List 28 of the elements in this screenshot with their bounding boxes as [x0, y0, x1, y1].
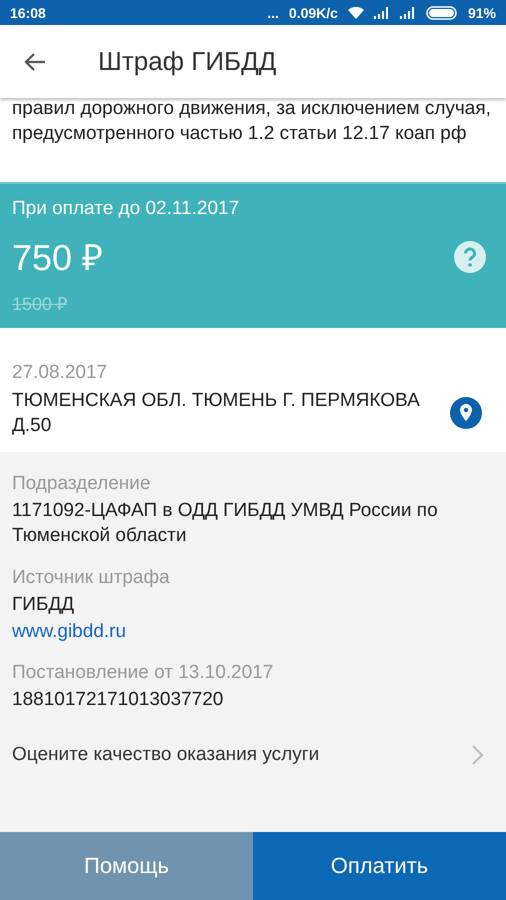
discount-deadline: При оплате до 02.11.2017	[12, 198, 240, 220]
help-button[interactable]: Помощь	[0, 832, 253, 900]
battery-level: 91%	[468, 4, 496, 20]
location-pin-icon[interactable]	[450, 397, 482, 429]
violation-address: ТЮМЕНСКАЯ ОБЛ. ТЮМЕНЬ Г. ПЕРМЯКОВА Д.50	[12, 389, 421, 438]
source-link[interactable]: www.gibdd.ru	[12, 621, 126, 643]
screen-title: Штраф ГИБДД	[98, 46, 276, 77]
wifi-icon	[348, 6, 364, 18]
signal-icon	[400, 6, 416, 18]
violation-date: 27.08.2017	[12, 362, 108, 384]
detail-value: 18810172171013037720	[12, 688, 224, 712]
battery-icon	[426, 6, 458, 20]
network-speed: 0.09K/c	[288, 4, 338, 20]
pay-button[interactable]: Оплатить	[253, 832, 506, 900]
discounted-amount: 750 ₽	[12, 236, 104, 280]
detail-label: Постановление от 13.10.2017	[12, 661, 274, 685]
signal-icon	[374, 6, 390, 18]
original-amount: 1500 ₽	[12, 293, 68, 315]
detail-value: 1171092-ЦАФАП в ОДД ГИБДД УМВД России по Тюменской области	[12, 499, 439, 548]
detail-value: ГИБДД	[12, 593, 76, 617]
detail-label: Источник штрафа	[12, 566, 171, 590]
detail-label: Подразделение	[12, 472, 152, 496]
violation-description: правил дорожного движения, за исключением случая, предусмотренного частью 1.2 статьи 12.17 коап рф	[12, 98, 492, 146]
chevron-right-icon	[472, 745, 484, 765]
rate-service-item[interactable]: Оцените качество оказания услуги	[12, 744, 320, 766]
notification-dots: ...	[267, 4, 279, 20]
back-arrow-icon[interactable]	[24, 52, 46, 70]
status-time: 16:08	[10, 4, 46, 20]
